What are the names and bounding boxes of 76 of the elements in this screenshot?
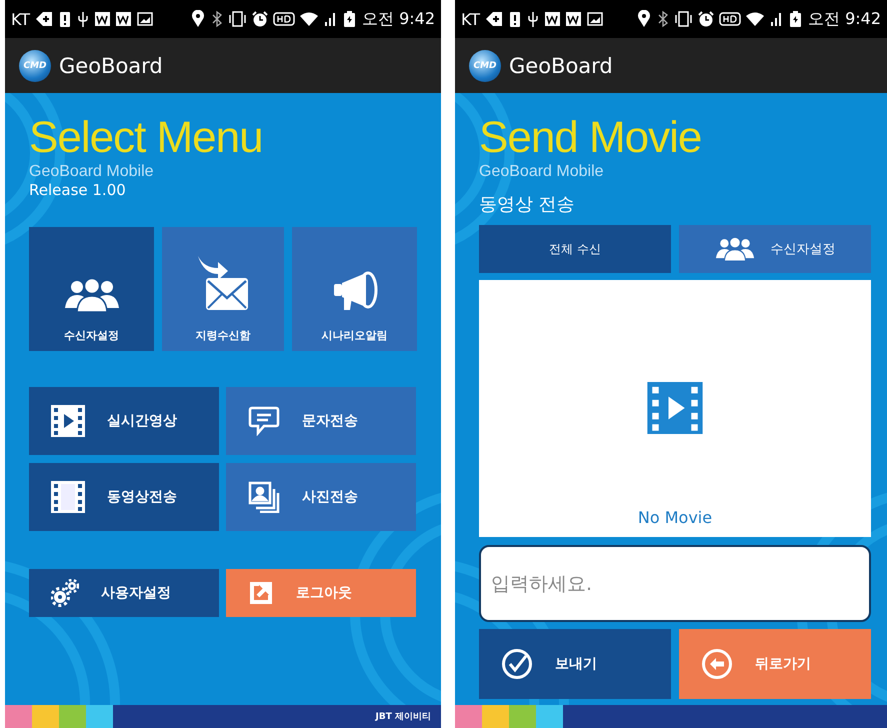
battery-alert-icon [508, 10, 522, 28]
gears-icon [51, 579, 79, 607]
film-play-icon [51, 405, 85, 437]
menu-button[interactable]: 사진전송 [226, 463, 416, 531]
release-label: Release 1.00 [29, 181, 127, 199]
location-pin-icon [190, 10, 206, 28]
hd-icon [272, 10, 295, 28]
people-icon [64, 278, 118, 312]
app-logo: CMD [469, 50, 501, 82]
photos-icon [248, 481, 280, 513]
app-title: GeoBoard [509, 54, 613, 78]
vibrate-icon [674, 10, 693, 28]
menu-button[interactable]: 실시간영상 [29, 387, 219, 455]
hd-icon [718, 10, 741, 28]
image-icon [136, 10, 154, 28]
color-square [509, 705, 536, 728]
usb-icon [76, 10, 90, 28]
signal-icon [322, 10, 337, 28]
image-icon [586, 10, 604, 28]
back-arrow-icon [34, 10, 54, 28]
battery-alert-icon [58, 10, 72, 28]
clock-label: 오전 9:42 [362, 8, 435, 30]
app-title: GeoBoard [59, 54, 163, 78]
logout-button[interactable]: 로그아웃 [226, 569, 416, 617]
film-strip-icon [51, 481, 85, 513]
speech-bubble-icon [248, 406, 280, 436]
carrier-label: KT [461, 10, 480, 28]
document-icon [544, 10, 562, 28]
tab[interactable]: 전체 수신 [479, 225, 671, 273]
check-circle-icon [501, 648, 533, 680]
app-subtitle: GeoBoard Mobile [479, 163, 605, 181]
color-square [32, 705, 59, 728]
location-pin-icon [636, 10, 652, 28]
alarm-icon [250, 10, 269, 28]
wifi-icon [298, 10, 319, 28]
empty-caption: No Movie [638, 508, 712, 527]
section-title: 동영상 전송 [479, 193, 576, 217]
page-title: Select Menu [29, 113, 264, 163]
people-icon [714, 237, 754, 261]
menu-tile[interactable]: 시나리오알림 [292, 227, 417, 351]
document-icon [115, 10, 132, 28]
document-icon [94, 10, 112, 28]
back-arrow-circle-icon [701, 648, 733, 680]
bluetooth-icon [656, 10, 670, 28]
send-button[interactable]: 보내기 [479, 629, 671, 699]
menu-button[interactable]: 문자전송 [226, 387, 416, 455]
color-square [5, 705, 32, 728]
color-square [59, 705, 86, 728]
brand-logo: JBT 제이비티 [376, 711, 431, 723]
film-play-icon [646, 382, 704, 434]
tab[interactable]: 수신자설정 [679, 225, 871, 273]
menu-tile[interactable]: 수신자설정 [29, 227, 154, 351]
message-field[interactable]: 입력하세요. [479, 545, 871, 622]
app-subtitle: GeoBoard Mobile [29, 163, 155, 181]
usb-icon [526, 10, 540, 28]
page-title: Send Movie [479, 113, 702, 163]
color-square [482, 705, 509, 728]
megaphone-icon [332, 270, 378, 312]
color-square [86, 705, 113, 728]
bluetooth-icon [210, 10, 224, 28]
clock-label: 오전 9:42 [808, 8, 881, 30]
document-icon [565, 10, 582, 28]
carrier-label: KT [11, 10, 30, 28]
wifi-icon [744, 10, 765, 28]
menu-button[interactable]: 동영상전송 [29, 463, 219, 531]
color-square [455, 705, 482, 728]
vibrate-icon [228, 10, 247, 28]
external-link-icon [248, 580, 274, 606]
alarm-icon [696, 10, 715, 28]
back-button[interactable]: 뒤로가기 [679, 629, 871, 699]
back-arrow-icon [484, 10, 504, 28]
menu-tile[interactable]: 지령수신함 [162, 227, 284, 351]
settings-button[interactable]: 사용자설정 [29, 569, 219, 617]
signal-icon [768, 10, 783, 28]
app-logo: CMD [19, 50, 51, 82]
color-square [536, 705, 563, 728]
